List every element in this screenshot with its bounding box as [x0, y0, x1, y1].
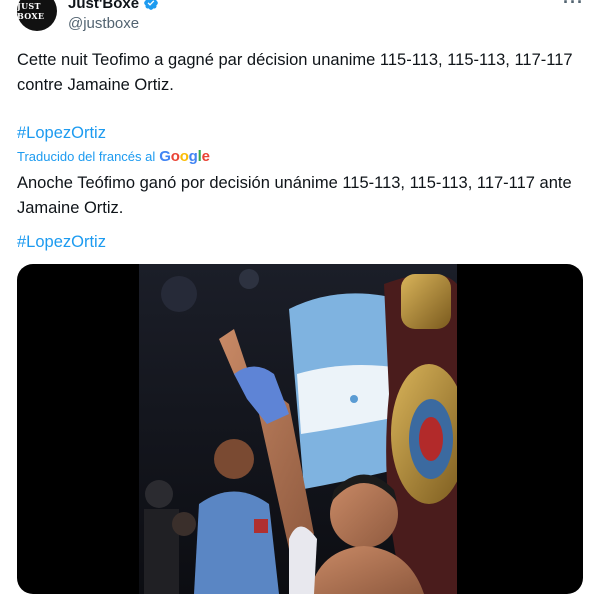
hashtag-link[interactable]: #LopezOrtiz — [17, 124, 106, 143]
author-avatar[interactable]: JUST BOXE — [17, 0, 57, 31]
translated-text: Anoche Teófimo ganó por decisión unánime… — [17, 171, 587, 221]
google-logo: Google — [159, 148, 210, 165]
translated-text-line: Jamaine Ortiz. — [17, 199, 124, 217]
tweet-text-line: contre Jamaine Ortiz. — [17, 76, 174, 94]
tweet-text: Cette nuit Teofimo a gagné par décision … — [17, 48, 587, 98]
author-handle[interactable]: @justboxe — [68, 15, 159, 32]
more-options-icon[interactable]: ··· — [563, 0, 584, 13]
translation-attribution[interactable]: Traducido del francés al Google — [17, 148, 210, 165]
tweet-header: Just'Boxe @justboxe — [68, 0, 159, 32]
tweet-media-video[interactable] — [17, 264, 583, 594]
author-display-name[interactable]: Just'Boxe — [68, 0, 139, 12]
boxer-celebrating-image — [139, 264, 457, 594]
avatar-logo-text: JUST BOXE — [17, 1, 45, 21]
translated-hashtag-link[interactable]: #LopezOrtiz — [17, 233, 106, 252]
tweet-text-line: Cette nuit Teofimo a gagné par décision … — [17, 51, 573, 69]
translation-label: Traducido del francés al — [17, 149, 156, 164]
translated-text-line: Anoche Teófimo ganó por decisión unánime… — [17, 174, 572, 192]
verified-badge-icon — [144, 0, 158, 10]
